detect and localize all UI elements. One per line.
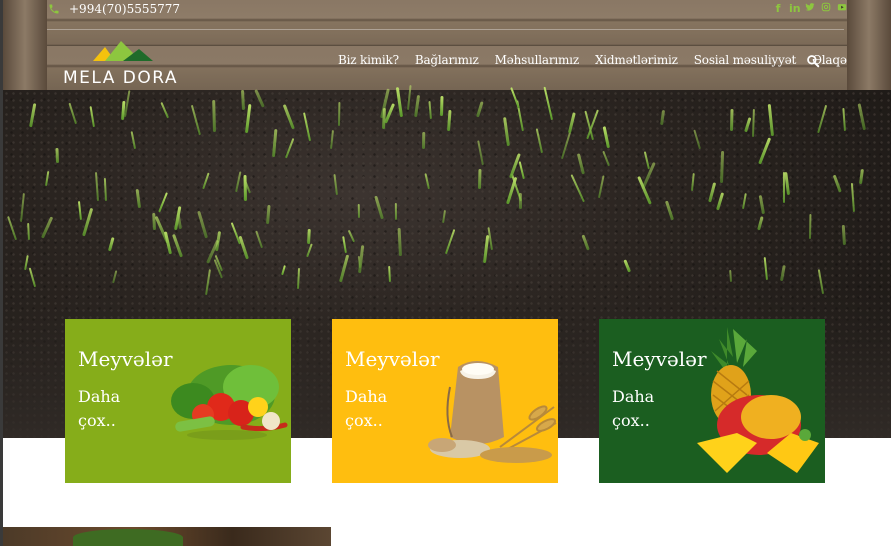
pineapple-mango-image (697, 327, 819, 473)
nav-item-products[interactable]: Məhsullarımız (495, 53, 580, 67)
linkedin-icon[interactable]: in (789, 2, 801, 16)
category-card-fruits[interactable]: Meyvələr Daha çox.. (599, 319, 825, 483)
instagram-icon[interactable] (821, 2, 831, 16)
category-card-vegetables[interactable]: Meyvələr Daha çox.. (65, 319, 291, 483)
phone-contact[interactable]: +994(70)5555777 (47, 2, 180, 16)
youtube-icon[interactable] (837, 2, 847, 16)
sprout (306, 229, 311, 245)
logo-mark-icon (93, 41, 153, 61)
section-image-soil (3, 527, 331, 546)
sprout (518, 193, 522, 210)
phone-number: +994(70)5555777 (69, 2, 181, 16)
card-more-link[interactable]: Daha çox.. (78, 385, 138, 433)
main-nav: Biz kimik? Bağlarımız Məhsullarımız Xidm… (338, 53, 847, 67)
top-bar: +994(70)5555777 f in (0, 0, 891, 26)
header-divider (47, 29, 844, 30)
facebook-icon[interactable]: f (773, 2, 783, 16)
page: +994(70)5555777 f in MELA DORA Biz kimik… (0, 0, 891, 546)
brand-name: MELA DORA (63, 68, 179, 88)
sprout (394, 203, 397, 221)
twitter-icon[interactable] (805, 2, 815, 16)
sprout (729, 108, 734, 131)
window-edge (0, 0, 3, 546)
brand-logo[interactable]: MELA DORA (63, 39, 188, 89)
card-more-link[interactable]: Daha çox.. (612, 385, 672, 433)
vegetables-image (171, 365, 288, 440)
nav-item-social-responsibility[interactable]: Sosial məsuliyyət (694, 53, 797, 67)
sprout (357, 203, 360, 218)
category-card-grains[interactable]: Meyvələr Daha çox.. (332, 319, 558, 483)
nav-item-about[interactable]: Biz kimik? (338, 53, 399, 67)
nav-item-services[interactable]: Xidmətlərimiz (595, 53, 678, 67)
nav-item-gardens[interactable]: Bağlarımız (415, 53, 479, 67)
phone-icon (47, 2, 61, 16)
sprout (440, 95, 444, 117)
card-more-link[interactable]: Daha çox.. (345, 385, 405, 433)
sprout (381, 107, 386, 129)
search-icon[interactable] (806, 53, 820, 68)
social-links: f in (773, 2, 847, 16)
flour-sack-image (428, 361, 557, 463)
sprout (337, 102, 340, 126)
